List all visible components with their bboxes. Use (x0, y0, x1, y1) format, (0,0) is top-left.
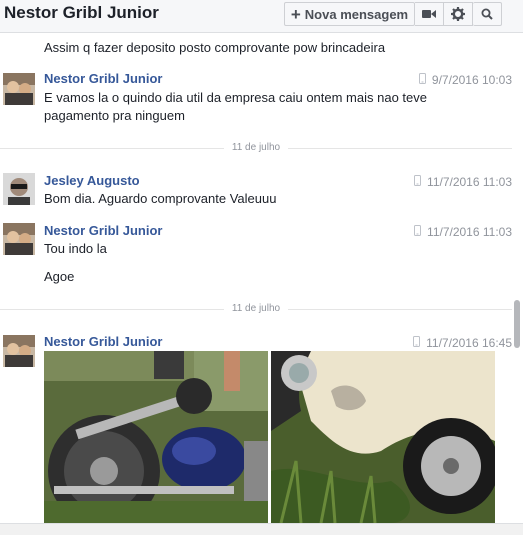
new-message-button[interactable]: + Nova mensagem (284, 2, 415, 26)
message-text: E vamos la o quindo dia util da empresa … (44, 90, 427, 105)
avatar[interactable] (3, 223, 35, 255)
message-text: Assim q fazer deposito posto comprovante… (44, 40, 386, 55)
scrollbar-thumb[interactable] (514, 300, 520, 348)
date-separator: 11 de julho (0, 302, 512, 316)
message-sender[interactable]: Nestor Gribl Junior (44, 71, 162, 86)
mobile-icon (414, 225, 422, 239)
scrollbar-track[interactable] (512, 33, 523, 523)
timestamp-text: 11/7/2016 11:03 (427, 225, 512, 239)
mobile-icon (418, 73, 426, 87)
search-icon (481, 8, 493, 20)
timestamp-text: 9/7/2016 10:03 (431, 73, 512, 87)
mobile-icon (414, 175, 422, 189)
message-timestamp: 9/7/2016 10:03 (418, 73, 512, 87)
settings-button[interactable] (444, 2, 473, 26)
message-text: Bom dia. Aguardo comprovante Valeuuu (44, 191, 277, 206)
message-thread[interactable]: Assim q fazer deposito posto comprovante… (0, 33, 512, 523)
video-icon (422, 10, 436, 18)
avatar[interactable] (3, 173, 35, 205)
date-separator-label: 11 de julho (223, 142, 289, 153)
timestamp-text: 11/7/2016 16:45 (426, 336, 512, 350)
avatar[interactable] (3, 73, 35, 105)
plus-icon: + (290, 4, 301, 24)
car-damage-photo[interactable] (271, 351, 495, 523)
message-timestamp: 11/7/2016 11:03 (414, 175, 512, 189)
avatar[interactable] (3, 335, 35, 367)
message-text: pagamento pra ninguem (44, 108, 185, 123)
composer-bar (0, 523, 523, 535)
message-timestamp: 11/7/2016 11:03 (414, 225, 512, 239)
message-sender[interactable]: Nestor Gribl Junior (44, 223, 162, 238)
motorcycle-wreck-photo[interactable] (44, 351, 268, 523)
conversation-title[interactable]: Nestor Gribl Junior (4, 3, 159, 23)
mobile-icon (413, 336, 421, 350)
message-sender[interactable]: Jesley Augusto (44, 173, 140, 188)
new-message-label: Nova mensagem (304, 6, 409, 22)
gear-icon (451, 7, 465, 21)
search-button[interactable] (473, 2, 502, 26)
message-sender[interactable]: Nestor Gribl Junior (44, 334, 162, 349)
timestamp-text: 11/7/2016 11:03 (427, 175, 512, 189)
message-text: Tou indo la (44, 241, 107, 256)
video-call-button[interactable] (415, 2, 444, 26)
conversation-header: Nestor Gribl Junior + Nova mensagem (0, 0, 523, 33)
message-timestamp: 11/7/2016 16:45 (413, 336, 512, 350)
message-text: Agoe (44, 269, 75, 284)
date-separator: 11 de julho (0, 141, 512, 155)
date-separator-label: 11 de julho (223, 303, 289, 314)
